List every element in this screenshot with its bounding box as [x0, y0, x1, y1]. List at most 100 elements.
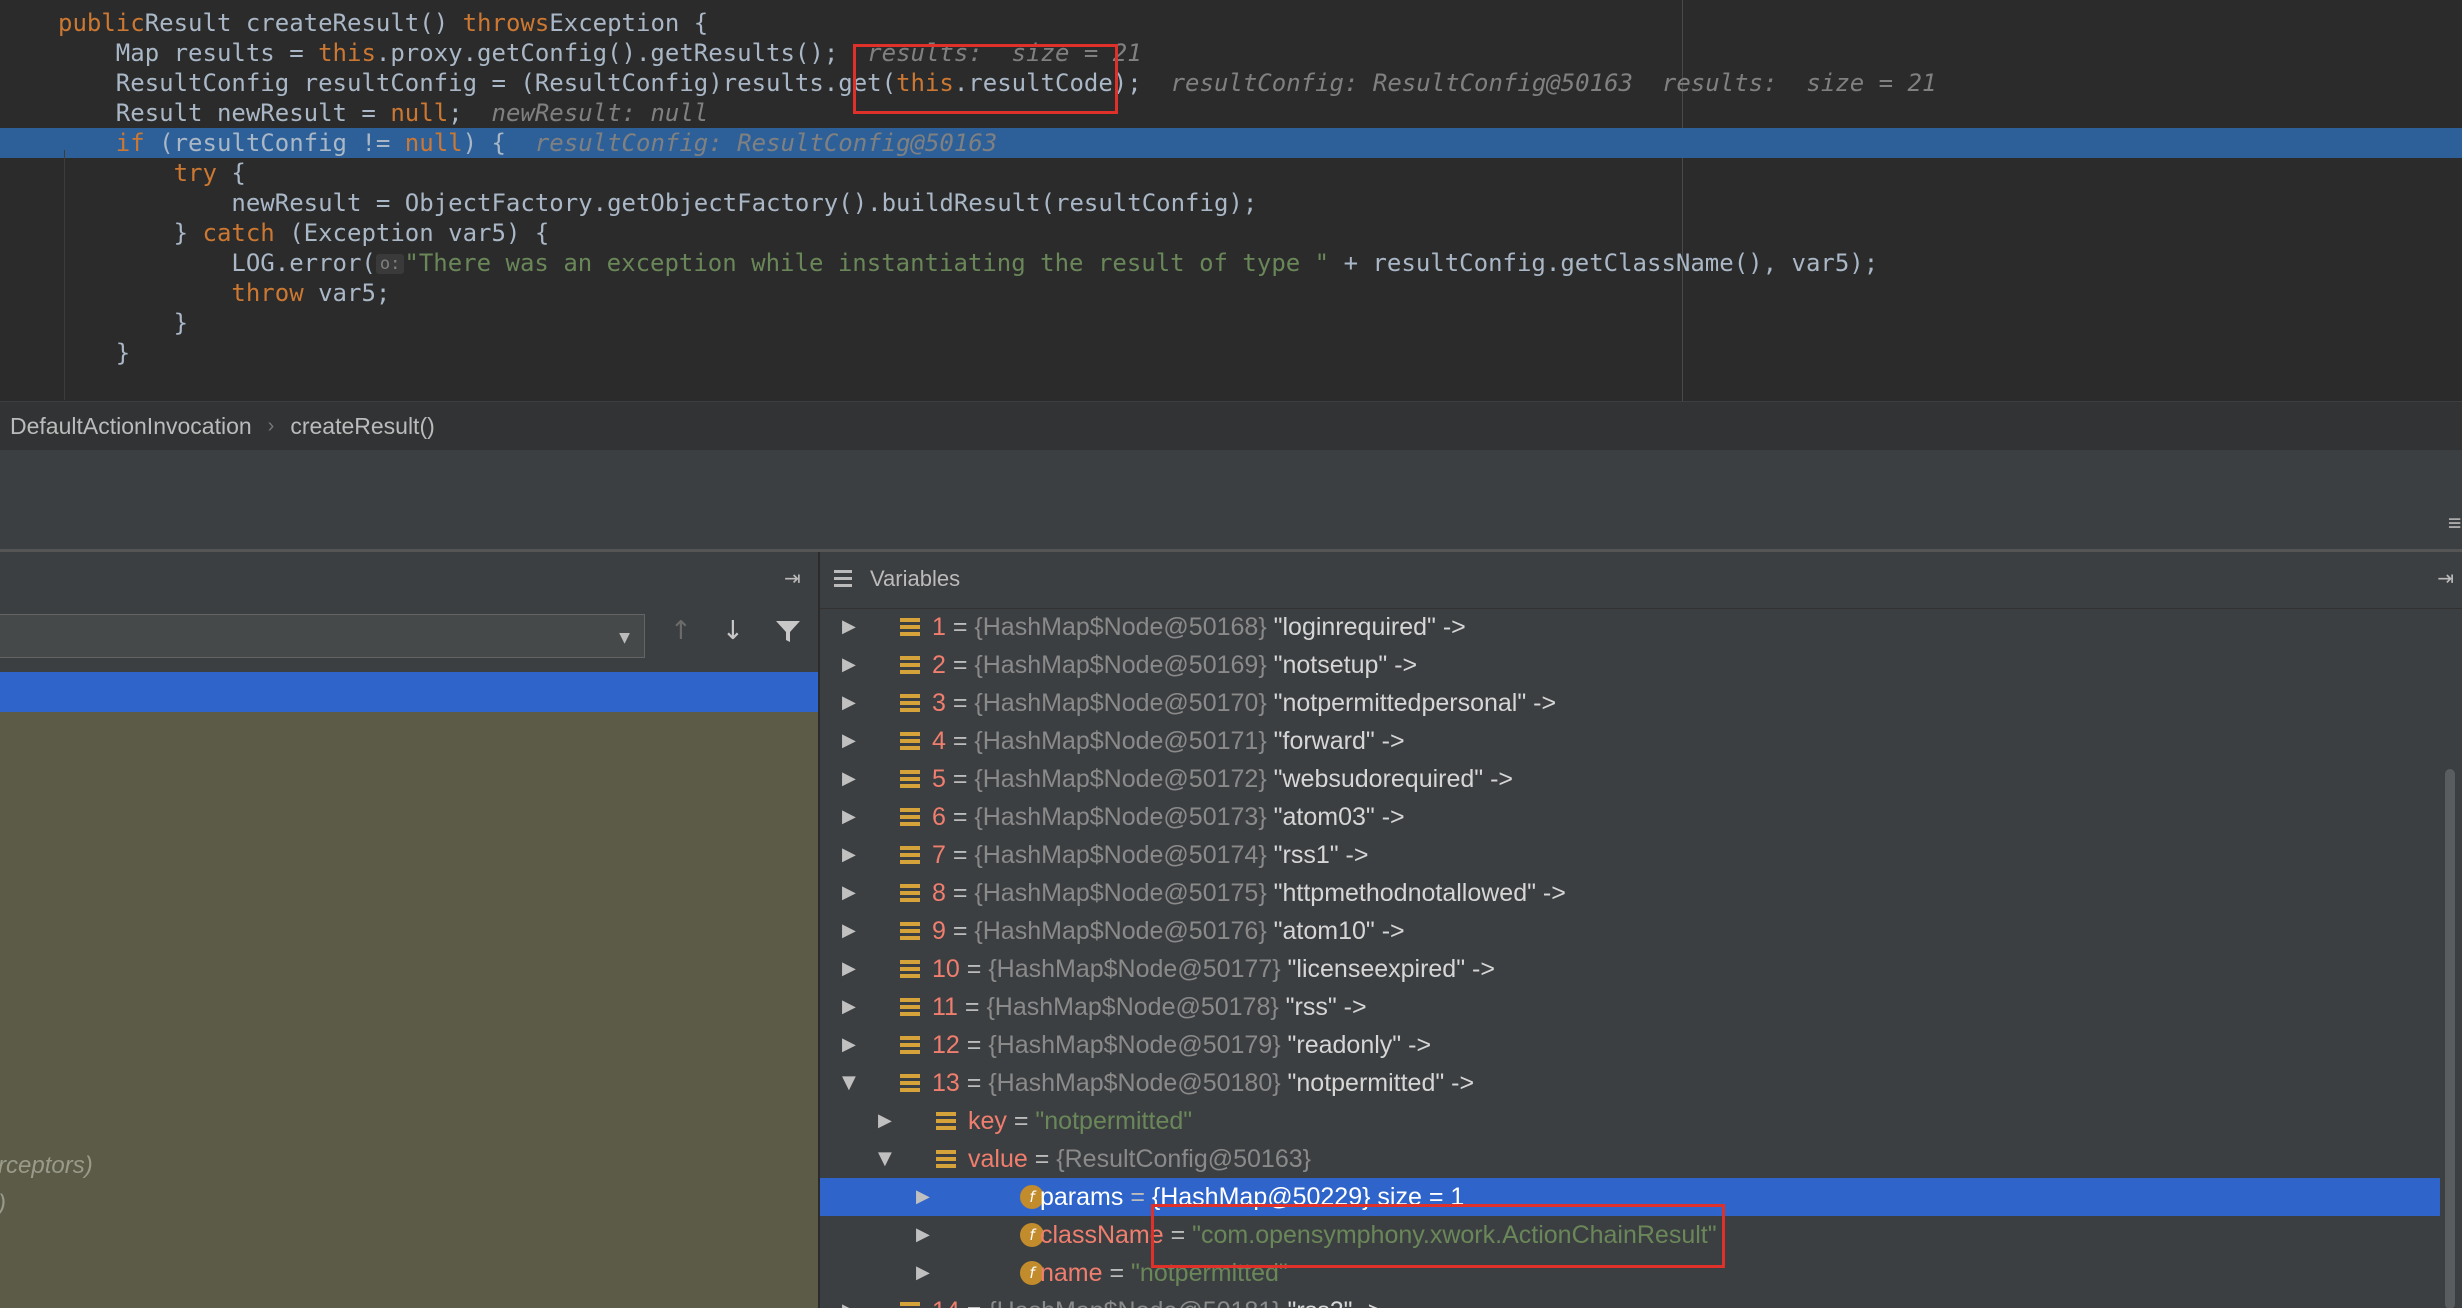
variable-value: "licenseexpired" -> [1280, 955, 1495, 983]
code-token: (resultConfig != [144, 129, 405, 157]
pin-icon[interactable]: ⇥ [784, 566, 801, 590]
chevron-right-icon[interactable]: ▶ [842, 722, 862, 760]
map-entry-icon [900, 770, 920, 774]
map-entry-row[interactable]: ▶ 8 = {HashMap$Node@50175} "httpmethodnot… [820, 874, 2440, 912]
menu-icon[interactable]: ≡ [2448, 511, 2462, 536]
code-line[interactable]: } catch (Exception var5) { [0, 218, 2462, 248]
chevron-right-icon[interactable]: ▶ [916, 1254, 936, 1292]
frames-header: ⇥ [0, 552, 818, 608]
code-token: this [318, 39, 376, 67]
map-entry-row[interactable]: ▼ 13 = {HashMap$Node@50180} "notpermitted… [820, 1064, 2440, 1102]
map-entry-row[interactable]: ▶ 7 = {HashMap$Node@50174} "rss1" -> [820, 836, 2440, 874]
frame-list[interactable]: rceptors) ) [0, 672, 818, 1308]
chevron-right-icon[interactable]: ▶ [842, 798, 862, 836]
map-entry-row[interactable]: ▶ 9 = {HashMap$Node@50176} "atom10" -> [820, 912, 2440, 950]
variable-type: {HashMap$Node@50173} [974, 803, 1267, 831]
map-entry-icon [936, 1150, 956, 1154]
chevron-down-icon[interactable]: ▼ [842, 1064, 862, 1102]
code-line[interactable]: throw var5; [0, 278, 2462, 308]
code-line[interactable]: Map results = this.proxy.getConfig().get… [0, 38, 2462, 68]
map-entry-icon [900, 846, 920, 850]
map-entry-row[interactable]: ▶ 2 = {HashMap$Node@50169} "notsetup" -> [820, 646, 2440, 684]
chevron-right-icon[interactable]: ▶ [842, 988, 862, 1026]
inline-value-hint: newResult: null [462, 99, 709, 127]
variable-name: 10 [932, 955, 960, 983]
breadcrumb-method[interactable]: createResult() [290, 413, 434, 440]
chevron-right-icon[interactable]: ▶ [842, 1026, 862, 1064]
equals-sign: = [945, 765, 975, 793]
variable-type: {HashMap$Node@50181} [988, 1297, 1280, 1308]
code-line-execution-point[interactable]: if (resultConfig != null) { resultConfig… [0, 128, 2462, 158]
chevron-right-icon[interactable]: ▶ [842, 874, 862, 912]
frame-row[interactable]: rceptors) [0, 1152, 93, 1180]
up-arrow-icon[interactable]: ↑ [670, 616, 692, 646]
chevron-right-icon[interactable]: ▶ [916, 1178, 936, 1216]
variable-type: {HashMap$Node@50172} [974, 765, 1267, 793]
chevron-right-icon[interactable]: ▶ [842, 836, 862, 874]
breadcrumb-class[interactable]: DefaultActionInvocation [10, 413, 252, 440]
thread-select[interactable]: ▼ [0, 614, 645, 658]
frame-row-selected[interactable] [0, 672, 818, 712]
chevron-right-icon[interactable]: ▶ [916, 1216, 936, 1254]
code-line[interactable]: } [0, 338, 2462, 368]
chevron-right-icon[interactable]: ▶ [842, 684, 862, 722]
filter-icon[interactable] [774, 616, 802, 651]
chevron-right-icon[interactable]: ▶ [842, 950, 862, 988]
code-token: + resultConfig.getClassName(), var5); [1329, 249, 1879, 277]
vertical-scrollbar[interactable] [2440, 609, 2462, 1308]
map-entry-row[interactable]: ▶ 4 = {HashMap$Node@50171} "forward" -> [820, 722, 2440, 760]
chevron-down-icon: ▼ [619, 627, 630, 648]
equals-sign: = [959, 1069, 989, 1097]
down-arrow-icon[interactable]: ↓ [722, 616, 744, 646]
map-entry-row[interactable]: ▶ 3 = {HashMap$Node@50170} "notpermittedp… [820, 684, 2440, 722]
code-line[interactable]: ResultConfig resultConfig = (ResultConfi… [0, 68, 2462, 98]
code-token: .proxy.getConfig().getResults(); [375, 39, 839, 67]
map-entry-icon [900, 656, 920, 660]
field-row-value[interactable]: ▼ value = {ResultConfig@50163} [820, 1140, 2440, 1178]
code-line[interactable]: publicResult createResult() throwsExcept… [0, 8, 2462, 38]
variables-panel: Variables ⇥ ▶ 1 = {HashMap$Node@50168} "l… [820, 552, 2462, 1308]
map-entry-row[interactable]: ▶ 11 = {HashMap$Node@50178} "rss" -> [820, 988, 2440, 1026]
scrollbar-thumb[interactable] [2445, 769, 2455, 1308]
code-line[interactable]: try { [0, 158, 2462, 188]
chevron-right-icon[interactable]: ▶ [842, 760, 862, 798]
map-entry-row[interactable]: ▶ 14 = {HashMap$Node@50181} "rss2" -> [820, 1292, 2440, 1308]
variable-name: value [968, 1145, 1028, 1173]
map-entry-row[interactable]: ▶ 10 = {HashMap$Node@50177} "licenseexpir… [820, 950, 2440, 988]
equals-sign: = [959, 1031, 989, 1059]
variable-value: "httpmethodnotallowed" -> [1266, 879, 1566, 907]
field-row-key[interactable]: ▶ key = "notpermitted" [820, 1102, 2440, 1140]
map-entry-icon [900, 732, 920, 736]
equals-sign: = [945, 917, 975, 945]
variable-text: 3 = {HashMap$Node@50170} "notpermittedpe… [932, 684, 1556, 722]
code-token: LOG.error( [58, 249, 376, 277]
pin-icon[interactable]: ⇥ [2437, 566, 2454, 590]
variable-value: "readonly" -> [1280, 1031, 1432, 1059]
code-line[interactable]: LOG.error(o: "There was an exception whil… [0, 248, 2462, 278]
map-entry-row[interactable]: ▶ 12 = {HashMap$Node@50179} "readonly" -> [820, 1026, 2440, 1064]
code-token: public [58, 9, 145, 37]
equals-sign: = [959, 955, 989, 983]
chevron-right-icon[interactable]: ▶ [842, 608, 862, 646]
chevron-right-icon[interactable]: ▶ [842, 646, 862, 684]
map-entry-row[interactable]: ▶ 1 = {HashMap$Node@50168} "loginrequired… [820, 608, 2440, 646]
chevron-right-icon[interactable]: ▶ [842, 1292, 862, 1308]
variable-name: 1 [932, 613, 946, 641]
code-line[interactable]: } [0, 308, 2462, 338]
map-entry-row[interactable]: ▶ 5 = {HashMap$Node@50172} "websudorequir… [820, 760, 2440, 798]
map-entry-icon [900, 998, 920, 1002]
equals-sign: = [945, 727, 975, 755]
code-line[interactable]: Result newResult = null; newResult: null [0, 98, 2462, 128]
map-entry-row[interactable]: ▶ 6 = {HashMap$Node@50173} "atom03" -> [820, 798, 2440, 836]
chevron-right-icon[interactable]: ▶ [878, 1102, 898, 1140]
inline-value-hint: resultConfig: ResultConfig@50163 results… [1141, 69, 1937, 97]
chevron-right-icon[interactable]: ▶ [842, 912, 862, 950]
variable-type: {HashMap$Node@50179} [988, 1031, 1281, 1059]
variable-name: className [1040, 1221, 1164, 1249]
code-editor[interactable]: publicResult createResult() throwsExcept… [0, 0, 2462, 401]
code-token: } [58, 219, 203, 247]
chevron-down-icon[interactable]: ▼ [878, 1140, 898, 1178]
code-line[interactable]: newResult = ObjectFactory.getObjectFacto… [0, 188, 2462, 218]
frame-row[interactable]: ) [0, 1190, 6, 1218]
